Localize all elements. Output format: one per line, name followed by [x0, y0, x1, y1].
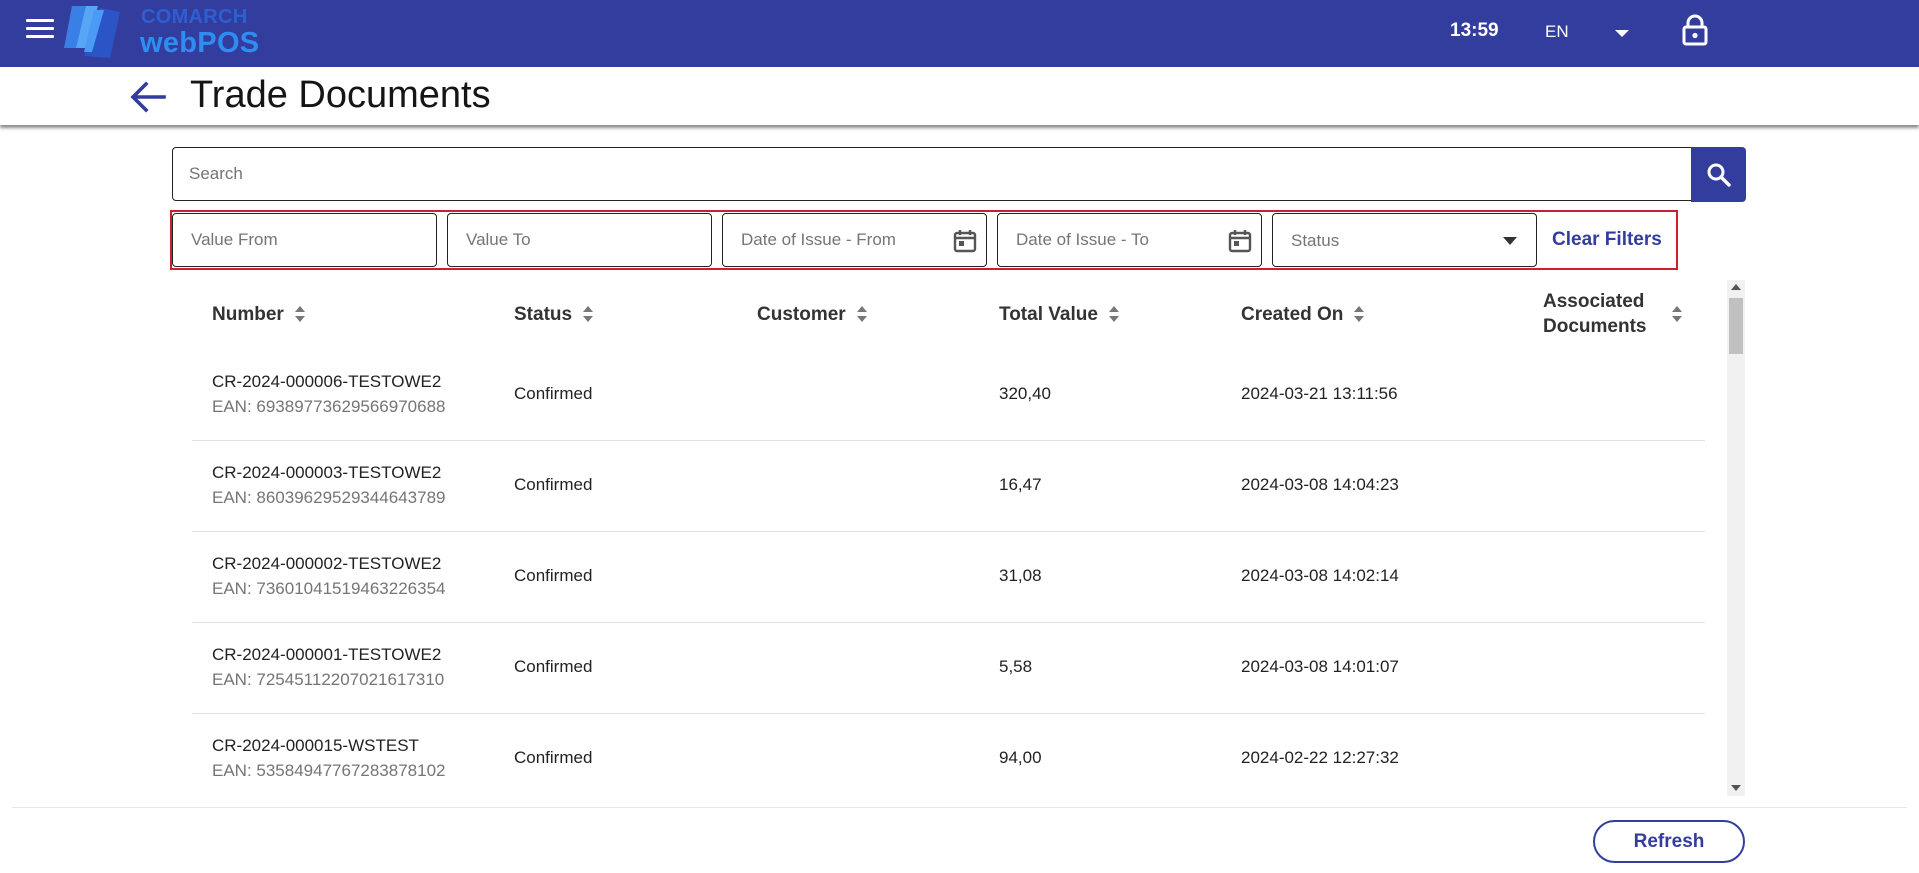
column-header-created-on[interactable]: Created On — [1241, 278, 1365, 350]
table-row[interactable]: CR-2024-000006-TESTOWE2 EAN: 69389773629… — [192, 350, 1705, 441]
clear-filters-button[interactable]: Clear Filters — [1552, 229, 1662, 251]
calendar-icon[interactable] — [952, 228, 978, 254]
footer-divider — [12, 807, 1907, 808]
status-filter-select[interactable]: Status — [1272, 213, 1537, 267]
column-header-status[interactable]: Status — [514, 278, 594, 350]
document-created-on: 2024-03-21 13:11:56 — [1241, 384, 1398, 403]
title-bar: Trade Documents — [0, 67, 1919, 125]
document-number: CR-2024-000001-TESTOWE2 — [212, 645, 442, 664]
date-from-filter — [722, 213, 987, 267]
document-total-value: 31,08 — [999, 566, 1042, 585]
column-header-number[interactable]: Number — [212, 278, 306, 350]
document-total-value: 320,40 — [999, 384, 1051, 403]
brand-product: webPOS — [140, 27, 260, 59]
clock: 13:59 — [1450, 20, 1499, 41]
search-input[interactable] — [173, 148, 1692, 200]
top-bar: COMARCH webPOS 13:59 EN — [0, 0, 1919, 67]
search-field — [172, 147, 1692, 201]
document-created-on: 2024-03-08 14:02:14 — [1241, 566, 1399, 585]
document-ean: EAN: 73601041519463226354 — [212, 579, 446, 598]
refresh-button[interactable]: Refresh — [1593, 820, 1745, 863]
value-to-filter — [447, 213, 712, 267]
document-number: CR-2024-000006-TESTOWE2 — [212, 372, 442, 391]
search-button[interactable] — [1691, 147, 1746, 202]
scrollbar-thumb[interactable] — [1729, 298, 1743, 354]
document-created-on: 2024-03-08 14:01:07 — [1241, 657, 1399, 676]
value-to-input[interactable] — [448, 214, 711, 266]
document-ean: EAN: 72545112207021617310 — [212, 670, 445, 689]
document-number: CR-2024-000015-WSTEST — [212, 736, 419, 755]
document-status: Confirmed — [514, 384, 593, 403]
language-selector[interactable]: EN — [1545, 22, 1569, 42]
status-filter-placeholder: Status — [1291, 231, 1340, 250]
brand-name: COMARCH — [141, 6, 248, 28]
calendar-icon[interactable] — [1227, 228, 1253, 254]
table-row[interactable]: CR-2024-000002-TESTOWE2 EAN: 73601041519… — [192, 532, 1705, 623]
column-header-label: Total Value — [999, 303, 1098, 325]
menu-icon[interactable] — [26, 19, 54, 41]
trade-documents-table: Number Status Customer Total Value Creat… — [192, 278, 1705, 796]
document-ean: EAN: 86039629529344643789 — [212, 488, 446, 507]
date-from-input[interactable] — [723, 214, 986, 266]
column-header-label: Status — [514, 303, 573, 325]
sort-icon — [1108, 306, 1119, 322]
value-from-filter — [172, 213, 437, 267]
scroll-up-arrow-icon[interactable] — [1731, 284, 1741, 290]
table-scrollbar[interactable] — [1727, 280, 1745, 796]
lock-icon[interactable] — [1681, 14, 1709, 46]
date-to-filter — [997, 213, 1262, 267]
sort-icon — [1354, 306, 1365, 322]
back-arrow-icon[interactable] — [128, 79, 168, 115]
document-created-on: 2024-02-22 12:27:32 — [1241, 748, 1399, 767]
sort-icon — [856, 306, 867, 322]
column-header-total-value[interactable]: Total Value — [999, 278, 1120, 350]
document-total-value: 5,58 — [999, 657, 1033, 676]
search-icon — [1707, 163, 1731, 187]
app-logo — [64, 6, 120, 58]
document-ean: EAN: 53584947767283878102 — [212, 761, 446, 780]
table-row[interactable]: CR-2024-000003-TESTOWE2 EAN: 86039629529… — [192, 441, 1705, 532]
sort-icon — [294, 306, 305, 322]
value-from-input[interactable] — [173, 214, 436, 266]
chevron-down-icon[interactable] — [1610, 24, 1634, 42]
document-ean: EAN: 69389773629566970688 — [212, 397, 446, 416]
scroll-down-arrow-icon[interactable] — [1731, 785, 1741, 791]
document-status: Confirmed — [514, 566, 593, 585]
column-header-label: Customer — [757, 303, 846, 325]
chevron-down-icon — [1503, 237, 1517, 245]
document-status: Confirmed — [514, 748, 593, 767]
document-status: Confirmed — [514, 475, 593, 494]
document-total-value: 16,47 — [999, 475, 1042, 494]
document-total-value: 94,00 — [999, 748, 1042, 767]
column-header-label: Created On — [1241, 303, 1344, 325]
sort-icon — [583, 306, 594, 322]
sort-icon — [1672, 306, 1682, 322]
table-row[interactable]: CR-2024-000001-TESTOWE2 EAN: 72545112207… — [192, 623, 1705, 714]
column-header-label: Associated Documents — [1543, 291, 1647, 337]
table-row[interactable]: CR-2024-000015-WSTEST EAN: 5358494776728… — [192, 714, 1705, 796]
column-header-customer[interactable]: Customer — [757, 278, 868, 350]
page-title: Trade Documents — [190, 74, 491, 116]
document-number: CR-2024-000003-TESTOWE2 — [212, 463, 442, 482]
document-created-on: 2024-03-08 14:04:23 — [1241, 475, 1399, 494]
document-status: Confirmed — [514, 657, 593, 676]
document-number: CR-2024-000002-TESTOWE2 — [212, 554, 442, 573]
date-to-input[interactable] — [998, 214, 1261, 266]
column-header-label: Number — [212, 303, 284, 325]
column-header-associated-documents[interactable]: Associated Documents — [1543, 278, 1683, 350]
